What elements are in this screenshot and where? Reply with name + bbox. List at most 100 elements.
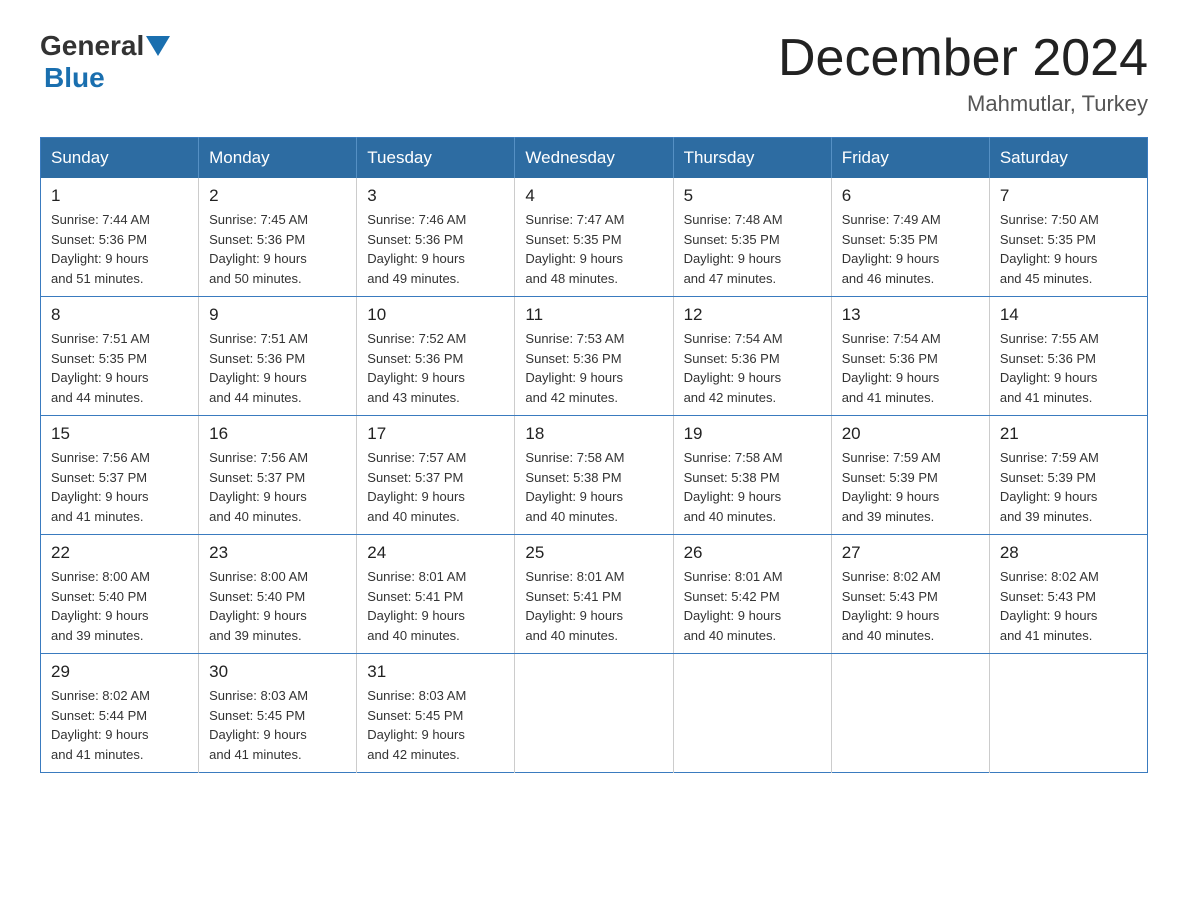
day-info: Sunrise: 8:02 AMSunset: 5:43 PMDaylight:… <box>842 569 941 643</box>
day-number: 23 <box>209 543 346 563</box>
day-info: Sunrise: 8:03 AMSunset: 5:45 PMDaylight:… <box>209 688 308 762</box>
day-number: 7 <box>1000 186 1137 206</box>
table-row: 9 Sunrise: 7:51 AMSunset: 5:36 PMDayligh… <box>199 297 357 416</box>
title-section: December 2024 Mahmutlar, Turkey <box>778 30 1148 117</box>
calendar-header-sunday: Sunday <box>41 138 199 179</box>
calendar-header-monday: Monday <box>199 138 357 179</box>
day-number: 6 <box>842 186 979 206</box>
day-info: Sunrise: 7:55 AMSunset: 5:36 PMDaylight:… <box>1000 331 1099 405</box>
day-info: Sunrise: 7:56 AMSunset: 5:37 PMDaylight:… <box>51 450 150 524</box>
day-number: 25 <box>525 543 662 563</box>
day-info: Sunrise: 8:00 AMSunset: 5:40 PMDaylight:… <box>209 569 308 643</box>
calendar-header-wednesday: Wednesday <box>515 138 673 179</box>
day-number: 24 <box>367 543 504 563</box>
day-info: Sunrise: 7:51 AMSunset: 5:35 PMDaylight:… <box>51 331 150 405</box>
table-row: 19 Sunrise: 7:58 AMSunset: 5:38 PMDaylig… <box>673 416 831 535</box>
day-info: Sunrise: 8:01 AMSunset: 5:42 PMDaylight:… <box>684 569 783 643</box>
day-number: 9 <box>209 305 346 325</box>
day-number: 3 <box>367 186 504 206</box>
calendar-week-row: 22 Sunrise: 8:00 AMSunset: 5:40 PMDaylig… <box>41 535 1148 654</box>
day-number: 27 <box>842 543 979 563</box>
table-row: 15 Sunrise: 7:56 AMSunset: 5:37 PMDaylig… <box>41 416 199 535</box>
table-row <box>989 654 1147 773</box>
table-row <box>515 654 673 773</box>
calendar-header-friday: Friday <box>831 138 989 179</box>
table-row: 12 Sunrise: 7:54 AMSunset: 5:36 PMDaylig… <box>673 297 831 416</box>
calendar-table: SundayMondayTuesdayWednesdayThursdayFrid… <box>40 137 1148 773</box>
day-number: 1 <box>51 186 188 206</box>
logo-general-text: General <box>40 30 144 62</box>
table-row: 22 Sunrise: 8:00 AMSunset: 5:40 PMDaylig… <box>41 535 199 654</box>
table-row: 18 Sunrise: 7:58 AMSunset: 5:38 PMDaylig… <box>515 416 673 535</box>
day-number: 29 <box>51 662 188 682</box>
logo-blue-text: Blue <box>44 62 105 94</box>
table-row: 21 Sunrise: 7:59 AMSunset: 5:39 PMDaylig… <box>989 416 1147 535</box>
day-info: Sunrise: 8:03 AMSunset: 5:45 PMDaylight:… <box>367 688 466 762</box>
day-info: Sunrise: 7:54 AMSunset: 5:36 PMDaylight:… <box>684 331 783 405</box>
table-row: 2 Sunrise: 7:45 AMSunset: 5:36 PMDayligh… <box>199 178 357 297</box>
day-info: Sunrise: 8:02 AMSunset: 5:44 PMDaylight:… <box>51 688 150 762</box>
day-info: Sunrise: 7:59 AMSunset: 5:39 PMDaylight:… <box>1000 450 1099 524</box>
day-number: 5 <box>684 186 821 206</box>
table-row: 28 Sunrise: 8:02 AMSunset: 5:43 PMDaylig… <box>989 535 1147 654</box>
table-row: 27 Sunrise: 8:02 AMSunset: 5:43 PMDaylig… <box>831 535 989 654</box>
day-number: 11 <box>525 305 662 325</box>
calendar-header-thursday: Thursday <box>673 138 831 179</box>
day-info: Sunrise: 7:58 AMSunset: 5:38 PMDaylight:… <box>684 450 783 524</box>
day-info: Sunrise: 7:45 AMSunset: 5:36 PMDaylight:… <box>209 212 308 286</box>
day-info: Sunrise: 7:59 AMSunset: 5:39 PMDaylight:… <box>842 450 941 524</box>
table-row: 14 Sunrise: 7:55 AMSunset: 5:36 PMDaylig… <box>989 297 1147 416</box>
day-number: 21 <box>1000 424 1137 444</box>
day-info: Sunrise: 7:58 AMSunset: 5:38 PMDaylight:… <box>525 450 624 524</box>
day-number: 18 <box>525 424 662 444</box>
table-row: 29 Sunrise: 8:02 AMSunset: 5:44 PMDaylig… <box>41 654 199 773</box>
table-row: 11 Sunrise: 7:53 AMSunset: 5:36 PMDaylig… <box>515 297 673 416</box>
table-row: 16 Sunrise: 7:56 AMSunset: 5:37 PMDaylig… <box>199 416 357 535</box>
logo: General Blue <box>40 30 172 94</box>
day-number: 31 <box>367 662 504 682</box>
table-row: 5 Sunrise: 7:48 AMSunset: 5:35 PMDayligh… <box>673 178 831 297</box>
day-info: Sunrise: 7:56 AMSunset: 5:37 PMDaylight:… <box>209 450 308 524</box>
calendar-week-row: 15 Sunrise: 7:56 AMSunset: 5:37 PMDaylig… <box>41 416 1148 535</box>
day-info: Sunrise: 7:50 AMSunset: 5:35 PMDaylight:… <box>1000 212 1099 286</box>
day-number: 20 <box>842 424 979 444</box>
table-row: 6 Sunrise: 7:49 AMSunset: 5:35 PMDayligh… <box>831 178 989 297</box>
calendar-week-row: 29 Sunrise: 8:02 AMSunset: 5:44 PMDaylig… <box>41 654 1148 773</box>
table-row: 30 Sunrise: 8:03 AMSunset: 5:45 PMDaylig… <box>199 654 357 773</box>
day-number: 15 <box>51 424 188 444</box>
table-row: 23 Sunrise: 8:00 AMSunset: 5:40 PMDaylig… <box>199 535 357 654</box>
day-info: Sunrise: 7:49 AMSunset: 5:35 PMDaylight:… <box>842 212 941 286</box>
day-info: Sunrise: 7:48 AMSunset: 5:35 PMDaylight:… <box>684 212 783 286</box>
day-info: Sunrise: 8:02 AMSunset: 5:43 PMDaylight:… <box>1000 569 1099 643</box>
day-info: Sunrise: 7:44 AMSunset: 5:36 PMDaylight:… <box>51 212 150 286</box>
day-number: 19 <box>684 424 821 444</box>
day-number: 10 <box>367 305 504 325</box>
table-row: 8 Sunrise: 7:51 AMSunset: 5:35 PMDayligh… <box>41 297 199 416</box>
table-row <box>831 654 989 773</box>
calendar-header-saturday: Saturday <box>989 138 1147 179</box>
day-info: Sunrise: 8:01 AMSunset: 5:41 PMDaylight:… <box>367 569 466 643</box>
calendar-header-tuesday: Tuesday <box>357 138 515 179</box>
day-info: Sunrise: 8:01 AMSunset: 5:41 PMDaylight:… <box>525 569 624 643</box>
location-subtitle: Mahmutlar, Turkey <box>778 91 1148 117</box>
table-row: 24 Sunrise: 8:01 AMSunset: 5:41 PMDaylig… <box>357 535 515 654</box>
page-header: General Blue December 2024 Mahmutlar, Tu… <box>40 30 1148 117</box>
table-row: 7 Sunrise: 7:50 AMSunset: 5:35 PMDayligh… <box>989 178 1147 297</box>
day-number: 2 <box>209 186 346 206</box>
day-info: Sunrise: 7:53 AMSunset: 5:36 PMDaylight:… <box>525 331 624 405</box>
table-row: 1 Sunrise: 7:44 AMSunset: 5:36 PMDayligh… <box>41 178 199 297</box>
month-title: December 2024 <box>778 30 1148 87</box>
logo-triangle-icon <box>146 36 170 56</box>
day-number: 12 <box>684 305 821 325</box>
calendar-week-row: 8 Sunrise: 7:51 AMSunset: 5:35 PMDayligh… <box>41 297 1148 416</box>
day-number: 30 <box>209 662 346 682</box>
day-number: 4 <box>525 186 662 206</box>
day-number: 13 <box>842 305 979 325</box>
day-info: Sunrise: 7:47 AMSunset: 5:35 PMDaylight:… <box>525 212 624 286</box>
day-info: Sunrise: 7:54 AMSunset: 5:36 PMDaylight:… <box>842 331 941 405</box>
day-number: 17 <box>367 424 504 444</box>
table-row: 10 Sunrise: 7:52 AMSunset: 5:36 PMDaylig… <box>357 297 515 416</box>
table-row <box>673 654 831 773</box>
day-info: Sunrise: 7:52 AMSunset: 5:36 PMDaylight:… <box>367 331 466 405</box>
table-row: 26 Sunrise: 8:01 AMSunset: 5:42 PMDaylig… <box>673 535 831 654</box>
